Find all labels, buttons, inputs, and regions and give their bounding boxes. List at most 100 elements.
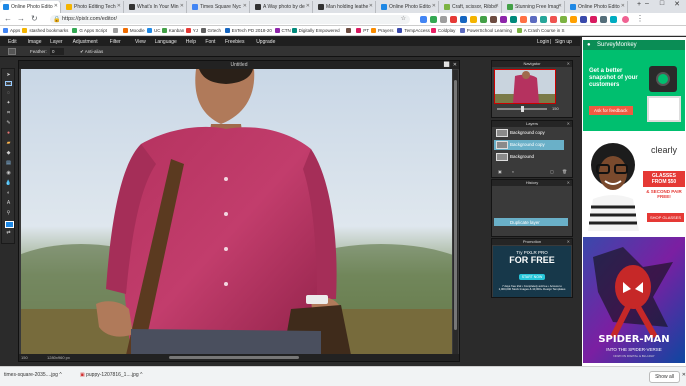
close-panel-icon[interactable]: ✕ (567, 61, 570, 67)
history-item[interactable] (494, 208, 568, 216)
browser-tab[interactable]: Craft, scissor, Ribbo ✕ (441, 1, 502, 13)
browser-tab[interactable]: Photo Editing Tech ✕ (63, 1, 124, 13)
bookmark-item[interactable]: Grtech (200, 28, 221, 33)
bookmark-item[interactable]: Apps (3, 28, 20, 33)
menu-item[interactable]: Freebies (225, 39, 244, 45)
layer-row[interactable]: Background copy (494, 128, 564, 138)
layer-settings-icon[interactable]: ▣ (498, 169, 502, 174)
close-panel-icon[interactable]: ✕ (567, 239, 570, 245)
layer-mask-icon[interactable]: ◐ (512, 169, 514, 174)
bookmark-item[interactable]: TempAccess (397, 28, 430, 33)
extension-icon[interactable] (530, 16, 537, 23)
extension-icon[interactable] (510, 16, 517, 23)
close-tab-icon[interactable]: ✕ (369, 3, 373, 9)
lasso-tool-icon[interactable]: ◌ (5, 91, 12, 96)
profile-avatar[interactable] (622, 16, 629, 23)
bookmark-item[interactable]: G Apps Script (72, 28, 107, 33)
bookmark-item[interactable]: EnTech PD 2018-20 (224, 28, 272, 33)
wand-tool-icon[interactable]: ✦ (5, 101, 12, 106)
extension-icon[interactable] (570, 16, 577, 23)
browser-tab[interactable]: What's In Your Min ✕ (126, 1, 187, 13)
bookmark-item[interactable] (346, 28, 353, 33)
extension-icon[interactable] (450, 16, 457, 23)
extension-icon[interactable] (480, 16, 487, 23)
gradient-tool-icon[interactable]: ▤ (5, 161, 12, 166)
maximize-icon[interactable]: □ (655, 0, 669, 7)
extension-icon[interactable] (520, 16, 527, 23)
delete-layer-icon[interactable]: 🗑 (562, 169, 567, 174)
browser-tab[interactable]: Man holding leathe ✕ (315, 1, 376, 13)
back-icon[interactable]: ← (4, 14, 12, 23)
close-downloads-icon[interactable]: ✕ (682, 372, 686, 378)
close-tab-icon[interactable]: ✕ (180, 3, 184, 9)
photo-canvas[interactable] (21, 69, 452, 355)
star-icon[interactable]: ☆ (401, 15, 406, 22)
bookmark-item[interactable]: PT (356, 28, 369, 33)
zoom-tool-icon[interactable]: ⚲ (5, 211, 12, 216)
menu-item[interactable]: Image (28, 39, 42, 45)
close-tab-icon[interactable]: ✕ (432, 3, 436, 9)
chevron-up-icon[interactable]: ^ (59, 372, 61, 378)
menu-item[interactable]: Edit (8, 39, 17, 45)
clearly-ad[interactable]: clearly GLASSES FROM $50 & SECOND PAIR F… (583, 137, 685, 231)
extension-icon[interactable] (610, 16, 617, 23)
bookmark-item[interactable]: YJ (185, 28, 198, 33)
forward-icon[interactable]: → (17, 14, 25, 23)
browser-tab[interactable]: Times Square Nyc ✕ (189, 1, 250, 13)
bookmark-item[interactable] (112, 28, 120, 33)
maximize-canvas-icon[interactable]: ⬜ (444, 61, 450, 69)
text-tool-icon[interactable]: A (5, 201, 12, 206)
layer-row[interactable]: Background (494, 152, 564, 162)
new-layer-icon[interactable]: ▢ (550, 169, 554, 174)
bookmark-item[interactable]: Prayers (370, 28, 393, 33)
close-panel-icon[interactable]: ✕ (567, 121, 570, 127)
extension-icon[interactable] (540, 16, 547, 23)
zoom-value[interactable]: 150 (21, 355, 28, 360)
vertical-scroll-thumb[interactable] (454, 80, 457, 330)
foreground-color-swatch[interactable] (5, 221, 14, 228)
extension-icon[interactable] (550, 16, 557, 23)
marquee-tool-icon[interactable]: ▭ (5, 81, 12, 87)
close-tab-icon[interactable]: ✕ (621, 3, 625, 9)
promo-cta-button[interactable]: START NOW (518, 274, 546, 280)
browser-tab[interactable]: Online Photo Edito ✕ (378, 1, 439, 13)
extension-icon[interactable] (560, 16, 567, 23)
bookmark-item[interactable]: A Crash Course in S (516, 28, 564, 33)
dodge-tool-icon[interactable]: ◐ (5, 191, 12, 196)
extension-icon[interactable] (470, 16, 477, 23)
promotion-banner[interactable]: Try PIXLR PRO FOR FREE START NOW 7 days … (493, 246, 571, 297)
tool-preset-icon[interactable] (8, 48, 16, 55)
zoom-slider[interactable] (497, 106, 547, 112)
history-item-selected[interactable]: Duplicate layer (494, 218, 568, 226)
history-item[interactable] (494, 190, 568, 198)
download-item[interactable]: ▣ puppy-1207816_1....jpg ^ (80, 372, 142, 378)
url-field[interactable]: 🔒 https://pixlr.com/editor/ ☆ (50, 15, 410, 24)
bookmark-item[interactable]: Digitally Empowered (291, 28, 340, 33)
feedback-button[interactable]: Ask for feedback (589, 106, 633, 115)
minimize-icon[interactable]: – (640, 0, 654, 7)
bookmark-item[interactable]: PowerSchool Learning (459, 28, 512, 33)
menu-item[interactable]: Layer (50, 39, 63, 45)
spiderman-ad[interactable]: SPIDER-MAN INTO THE SPIDER-VERSE NOW ON … (583, 237, 685, 363)
close-panel-icon[interactable]: ✕ (567, 180, 570, 186)
chevron-up-icon[interactable]: ^ (140, 372, 142, 378)
clone-tool-icon[interactable]: ◉ (5, 171, 12, 176)
bookmark-item[interactable]: Kanban (161, 28, 184, 33)
extension-icon[interactable] (430, 16, 437, 23)
menu-item[interactable]: Help (186, 39, 196, 45)
browser-tab[interactable]: Online Photo Edito ✕ (0, 1, 61, 13)
bookmark-item[interactable]: Moodle (122, 28, 145, 33)
extension-icon[interactable] (500, 16, 507, 23)
close-window-icon[interactable]: ✕ (670, 0, 684, 8)
close-tab-icon[interactable]: ✕ (117, 3, 121, 9)
eraser-tool-icon[interactable]: ▰ (5, 141, 12, 146)
zoom-slider-handle[interactable] (521, 106, 524, 112)
bookmark-item[interactable]: CTN (274, 28, 291, 33)
canvas-vertical-scrollbar[interactable] (453, 70, 458, 354)
extension-icon[interactable] (440, 16, 447, 23)
menu-item[interactable]: View (135, 39, 146, 45)
extension-icon[interactable] (490, 16, 497, 23)
browser-tab[interactable]: Online Photo Edito ✕ (567, 1, 628, 13)
close-tab-icon[interactable]: ✕ (558, 3, 562, 9)
surveymonkey-ad[interactable]: SurveyMonkey ● Get a better snapshot of … (583, 40, 685, 131)
